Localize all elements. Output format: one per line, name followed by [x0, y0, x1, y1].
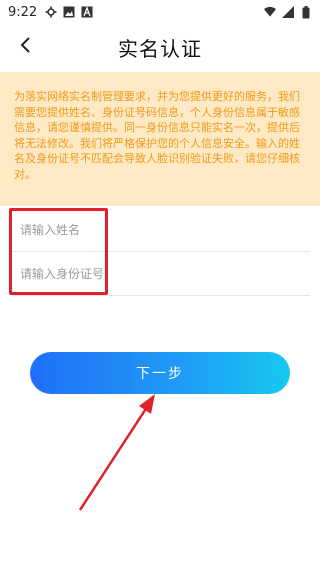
id-number-input[interactable] — [12, 252, 310, 295]
back-button[interactable] — [10, 32, 40, 62]
next-step-button[interactable]: 下一步 — [30, 352, 290, 394]
status-time: 9:22 — [8, 4, 38, 20]
id-number-field — [12, 252, 310, 296]
notice-text: 为落实网络实名制管理要求，并为您提供更好的服务，我们需要您提供姓名、身份证号码信… — [14, 90, 300, 181]
page-title: 实名认证 — [118, 36, 202, 61]
image-notification-icon — [63, 6, 75, 18]
chevron-left-icon — [18, 36, 32, 58]
settings-icon — [45, 6, 57, 18]
status-bar: 9:22 — [0, 0, 320, 24]
name-input[interactable] — [12, 208, 310, 251]
name-field — [12, 208, 310, 252]
notice-banner: 为落实网络实名制管理要求，并为您提供更好的服务，我们需要您提供姓名、身份证号码信… — [0, 72, 320, 206]
app-header: 实名认证 — [0, 24, 320, 70]
battery-icon — [300, 5, 312, 18]
real-name-form — [12, 208, 310, 296]
font-notification-icon — [81, 6, 93, 18]
wifi-icon — [264, 6, 276, 18]
signal-icon — [282, 6, 294, 18]
